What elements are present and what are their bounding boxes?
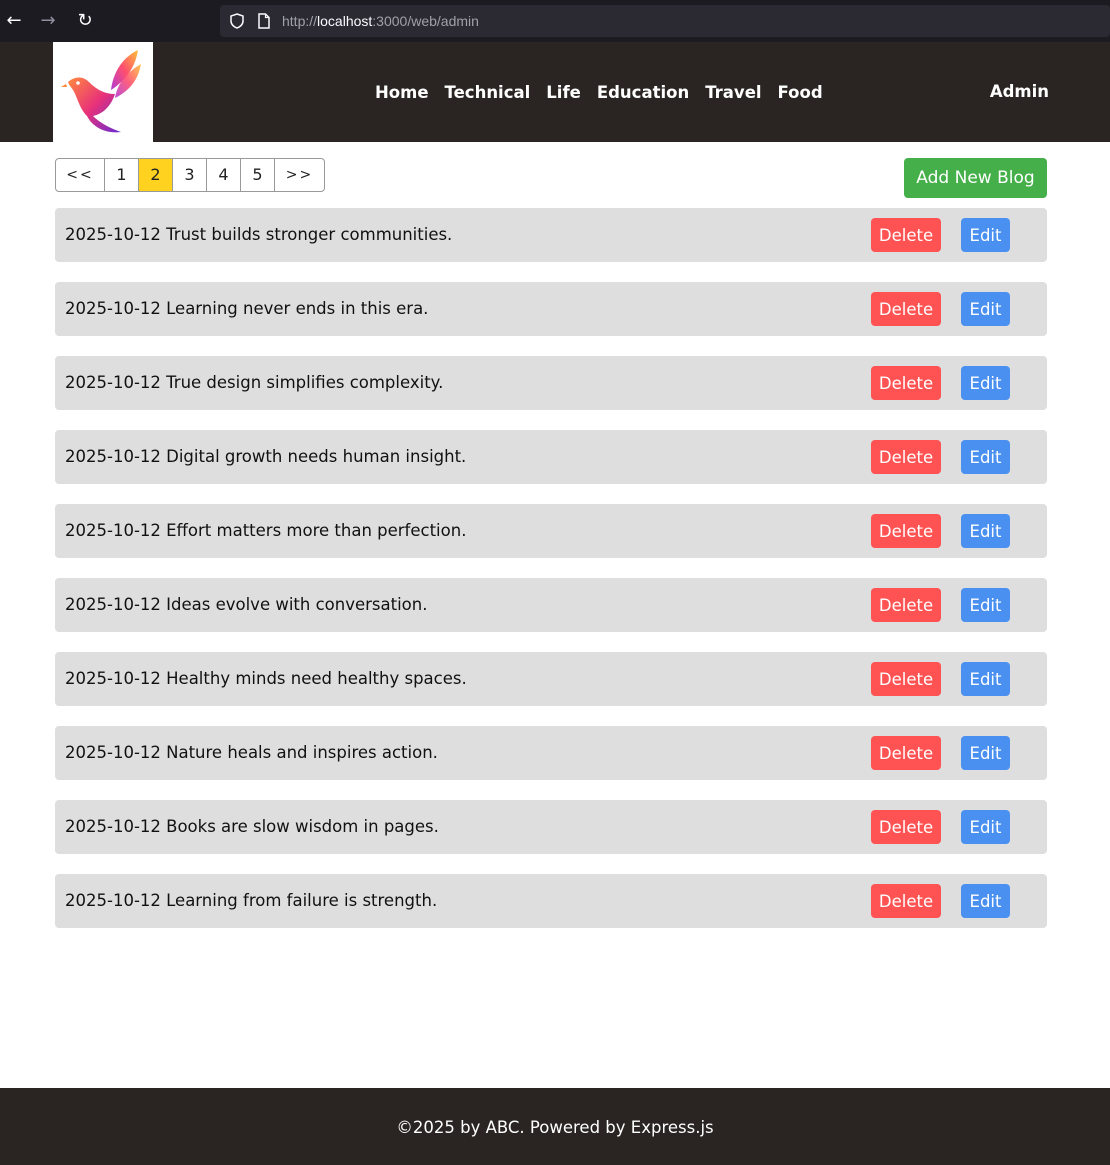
blog-title: 2025-10-12 Effort matters more than perf…	[65, 521, 467, 540]
blog-row: 2025-10-12 Ideas evolve with conversatio…	[55, 578, 1047, 632]
page-button-1[interactable]: 1	[105, 159, 139, 191]
page-icon	[258, 13, 270, 29]
blog-title: 2025-10-12 Healthy minds need healthy sp…	[65, 669, 467, 688]
page-prev-button[interactable]: <<	[56, 159, 105, 191]
page-next-button[interactable]: >>	[275, 159, 324, 191]
delete-button[interactable]: Delete	[871, 366, 941, 400]
delete-button[interactable]: Delete	[871, 514, 941, 548]
edit-button[interactable]: Edit	[961, 588, 1010, 622]
delete-button[interactable]: Delete	[871, 662, 941, 696]
nav-travel[interactable]: Travel	[697, 83, 769, 102]
page-button-2[interactable]: 2	[139, 159, 173, 191]
edit-button[interactable]: Edit	[961, 810, 1010, 844]
blog-row: 2025-10-12 Learning from failure is stre…	[55, 874, 1047, 928]
nav-admin[interactable]: Admin	[990, 42, 1049, 142]
blog-title: 2025-10-12 True design simplifies comple…	[65, 373, 444, 392]
page-button-3[interactable]: 3	[173, 159, 207, 191]
blog-row: 2025-10-12 Learning never ends in this e…	[55, 282, 1047, 336]
edit-button[interactable]: Edit	[961, 736, 1010, 770]
add-new-blog-button[interactable]: Add New Blog	[904, 158, 1047, 198]
blog-row: 2025-10-12 Healthy minds need healthy sp…	[55, 652, 1047, 706]
blog-row: 2025-10-12 Effort matters more than perf…	[55, 504, 1047, 558]
delete-button[interactable]: Delete	[871, 736, 941, 770]
blog-title: 2025-10-12 Digital growth needs human in…	[65, 447, 467, 466]
site-logo[interactable]	[53, 42, 153, 142]
blog-title: 2025-10-12 Trust builds stronger communi…	[65, 225, 453, 244]
nav-life[interactable]: Life	[538, 83, 589, 102]
edit-button[interactable]: Edit	[961, 514, 1010, 548]
address-bar[interactable]: http://localhost:3000/web/admin	[220, 5, 1110, 37]
blog-row: 2025-10-12 True design simplifies comple…	[55, 356, 1047, 410]
blog-title: 2025-10-12 Books are slow wisdom in page…	[65, 817, 439, 836]
footer-text: ©2025 by ABC. Powered by Express.js	[396, 1118, 714, 1137]
blog-title: 2025-10-12 Learning from failure is stre…	[65, 891, 438, 910]
nav-food[interactable]: Food	[770, 83, 831, 102]
edit-button[interactable]: Edit	[961, 440, 1010, 474]
edit-button[interactable]: Edit	[961, 884, 1010, 918]
blog-row: 2025-10-12 Digital growth needs human in…	[55, 430, 1047, 484]
blog-row: 2025-10-12 Nature heals and inspires act…	[55, 726, 1047, 780]
blog-title: 2025-10-12 Nature heals and inspires act…	[65, 743, 438, 762]
site-header: Home Technical Life Education Travel Foo…	[0, 42, 1110, 142]
main-nav: Home Technical Life Education Travel Foo…	[367, 42, 831, 142]
edit-button[interactable]: Edit	[961, 292, 1010, 326]
nav-technical[interactable]: Technical	[437, 83, 539, 102]
blog-list: 2025-10-12 Trust builds stronger communi…	[55, 208, 1047, 948]
back-arrow-icon[interactable]: ←	[2, 9, 26, 33]
blog-row: 2025-10-12 Books are slow wisdom in page…	[55, 800, 1047, 854]
edit-button[interactable]: Edit	[961, 218, 1010, 252]
edit-button[interactable]: Edit	[961, 662, 1010, 696]
browser-toolbar: ← → ↻ http://localhost:3000/web/admin	[0, 0, 1110, 42]
forward-arrow-icon[interactable]: →	[36, 9, 60, 33]
blog-title: 2025-10-12 Ideas evolve with conversatio…	[65, 595, 428, 614]
nav-education[interactable]: Education	[589, 83, 697, 102]
delete-button[interactable]: Delete	[871, 810, 941, 844]
url-text: http://localhost:3000/web/admin	[282, 13, 479, 29]
page-button-4[interactable]: 4	[207, 159, 241, 191]
delete-button[interactable]: Delete	[871, 292, 941, 326]
bird-logo-icon	[61, 50, 141, 133]
site-footer: ©2025 by ABC. Powered by Express.js	[0, 1088, 1110, 1165]
pagination: << 1 2 3 4 5 >>	[55, 158, 325, 192]
nav-home[interactable]: Home	[367, 83, 437, 102]
blog-row: 2025-10-12 Trust builds stronger communi…	[55, 208, 1047, 262]
delete-button[interactable]: Delete	[871, 440, 941, 474]
reload-icon[interactable]: ↻	[73, 9, 97, 33]
delete-button[interactable]: Delete	[871, 588, 941, 622]
delete-button[interactable]: Delete	[871, 884, 941, 918]
shield-icon	[230, 13, 244, 29]
page-button-5[interactable]: 5	[241, 159, 275, 191]
edit-button[interactable]: Edit	[961, 366, 1010, 400]
blog-title: 2025-10-12 Learning never ends in this e…	[65, 299, 429, 318]
delete-button[interactable]: Delete	[871, 218, 941, 252]
